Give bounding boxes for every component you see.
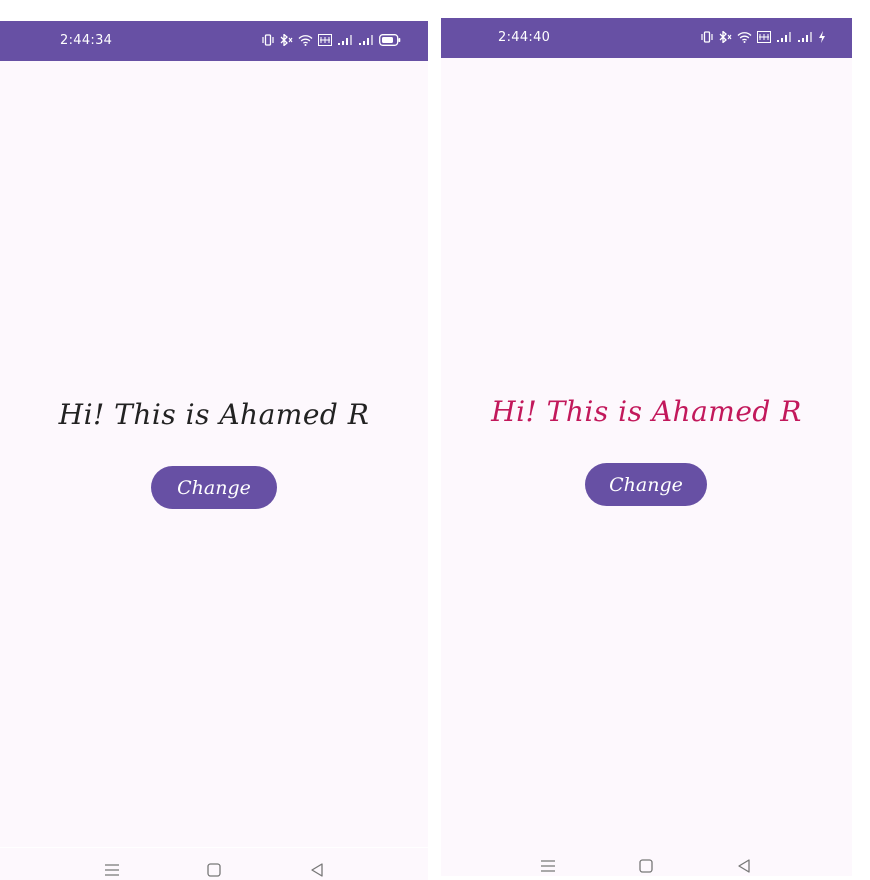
wifi-icon (737, 31, 752, 43)
bluetooth-icon (279, 34, 293, 46)
change-button[interactable]: Change (585, 463, 707, 506)
wifi-icon (298, 34, 313, 46)
battery-icon (379, 34, 401, 46)
status-icons (262, 32, 401, 48)
volte-icon (757, 31, 771, 43)
greeting-text: Hi! This is Ahamed R (58, 398, 370, 431)
bluetooth-icon (718, 31, 732, 43)
signal-icon (337, 34, 353, 46)
status-bar: 2:44:34 (0, 21, 428, 61)
status-icons (701, 29, 826, 45)
charging-icon (818, 31, 826, 43)
signal-icon (776, 31, 792, 43)
signal-icon (358, 34, 374, 46)
navigation-bar (0, 848, 428, 880)
volte-icon (318, 34, 332, 46)
vibrate-icon (701, 31, 713, 43)
phone-screen-before: 2:44:34 Hi! This is Ahamed R Change (0, 21, 428, 847)
navigation-bar (441, 844, 852, 876)
status-time: 2:44:40 (498, 30, 551, 45)
phone-screen-after: 2:44:40 Hi! This is Ahamed R Change (441, 18, 852, 844)
status-time: 2:44:34 (60, 33, 113, 48)
status-bar: 2:44:40 (441, 18, 852, 58)
change-button[interactable]: Change (151, 466, 277, 509)
vibrate-icon (262, 34, 274, 46)
greeting-text: Hi! This is Ahamed R (491, 395, 802, 428)
signal-icon (797, 31, 813, 43)
